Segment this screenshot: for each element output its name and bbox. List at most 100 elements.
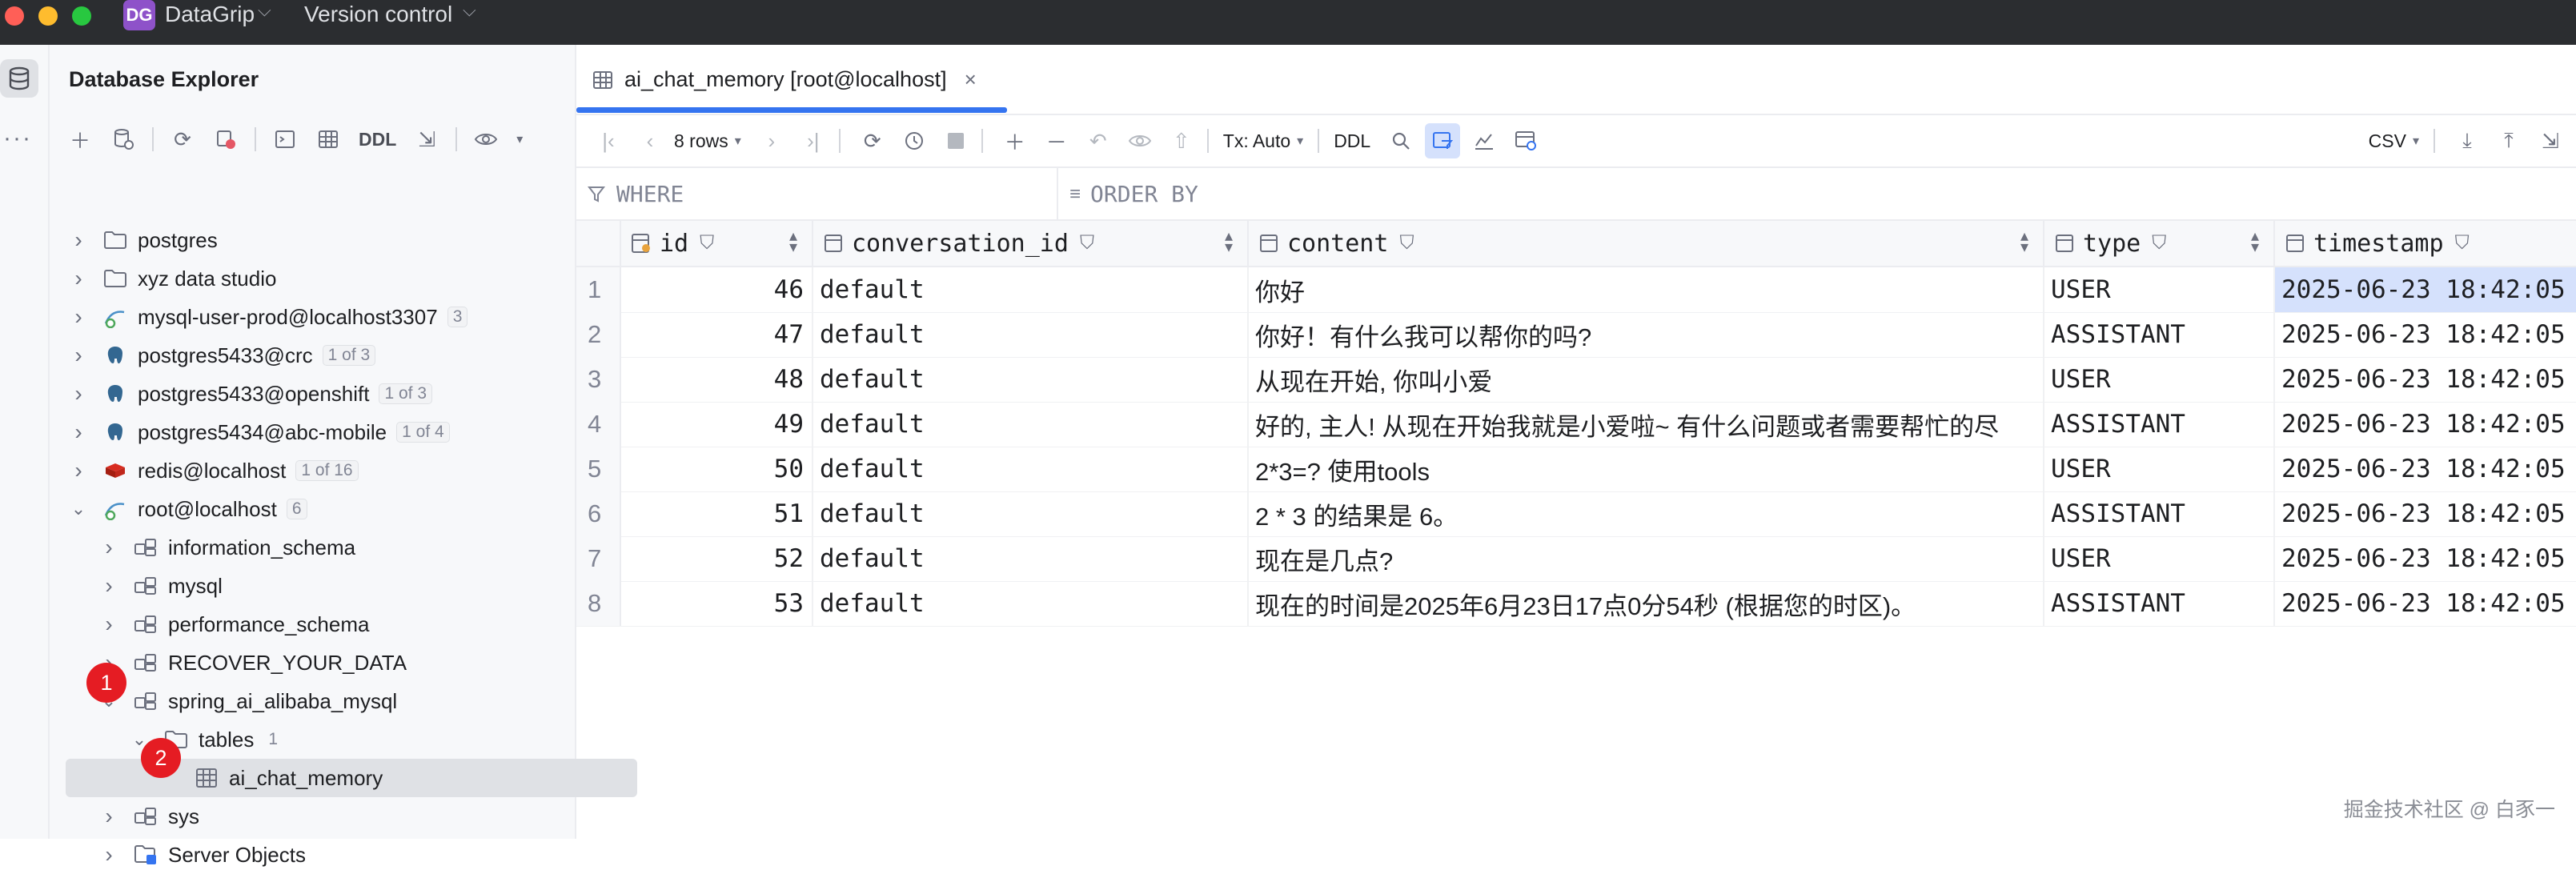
- cell-type[interactable]: USER: [2044, 536, 2275, 581]
- cell-conversation-id[interactable]: default: [813, 447, 1249, 491]
- cell-type[interactable]: USER: [2044, 447, 2275, 491]
- cell-id[interactable]: 53: [621, 581, 813, 626]
- last-page-icon[interactable]: ›|: [796, 123, 831, 158]
- tree-node-spring-ai-alibaba-mysql[interactable]: ⌄spring_ai_alibaba_mysql: [99, 682, 397, 720]
- cell-id[interactable]: 47: [621, 312, 813, 357]
- chevron-right-icon[interactable]: ›: [99, 573, 118, 599]
- cell-id[interactable]: 49: [621, 402, 813, 447]
- view-settings-icon[interactable]: [1508, 123, 1543, 158]
- row-number-cell[interactable]: 2: [576, 312, 621, 357]
- column-header-timestamp[interactable]: timestamp ⛉: [2275, 221, 2576, 266]
- datasource-properties-icon[interactable]: [106, 122, 141, 157]
- filter-toggle-icon[interactable]: [1425, 123, 1461, 158]
- column-header-type[interactable]: type ⛉ ▴ ▾: [2044, 221, 2275, 266]
- rows-selector[interactable]: 8 rows ▾: [668, 130, 748, 152]
- cell-type[interactable]: ASSISTANT: [2044, 402, 2275, 447]
- cell-id[interactable]: 52: [621, 536, 813, 581]
- sort-arrows-icon[interactable]: ▴ ▾: [2020, 228, 2028, 255]
- tree-node-information-schema[interactable]: › information_schema: [99, 528, 355, 567]
- ddl-button[interactable]: DDL: [1327, 130, 1377, 152]
- chevron-right-icon[interactable]: ›: [99, 804, 118, 829]
- where-filter-input[interactable]: WHERE: [588, 181, 684, 207]
- cell-content[interactable]: 现在的时间是2025年6月23日17点0分54秒 (根据您的时区)。: [1249, 581, 2044, 626]
- chevron-right-icon[interactable]: ›: [69, 458, 88, 483]
- sort-arrows-icon[interactable]: ▴ ▾: [789, 228, 797, 255]
- column-filter-icon[interactable]: ⛉: [1399, 232, 1414, 255]
- tab-ai-chat-memory[interactable]: ai_chat_memory [root@localhost] ×: [592, 67, 977, 92]
- history-icon[interactable]: [897, 123, 932, 158]
- column-filter-icon[interactable]: ⛉: [2152, 232, 2166, 255]
- close-icon[interactable]: ×: [965, 67, 977, 92]
- cell-timestamp[interactable]: 2025-06-23 18:42:05: [2275, 312, 2576, 357]
- chevron-right-icon[interactable]: ›: [69, 381, 88, 407]
- cell-timestamp[interactable]: 2025-06-23 18:42:05: [2275, 536, 2576, 581]
- tree-node-postgres[interactable]: › postgres: [69, 221, 217, 259]
- row-number-cell[interactable]: 1: [576, 267, 621, 312]
- next-page-icon[interactable]: ›: [754, 123, 789, 158]
- cell-content[interactable]: 好的, 主人! 从现在开始我就是小爱啦~ 有什么问题或者需要帮忙的尽: [1249, 402, 2044, 447]
- cell-content[interactable]: 现在是几点?: [1249, 536, 2044, 581]
- collapse-icon[interactable]: ⇲: [2533, 123, 2568, 158]
- chevron-right-icon[interactable]: ›: [99, 611, 118, 637]
- cell-content[interactable]: 2*3=? 使用tools: [1249, 447, 2044, 491]
- submit-icon[interactable]: ⇧: [1164, 123, 1199, 158]
- cell-timestamp[interactable]: 2025-06-23 18:42:05: [2275, 402, 2576, 447]
- row-number-cell[interactable]: 3: [576, 357, 621, 402]
- project-badge[interactable]: DG: [123, 0, 155, 30]
- table-row[interactable]: 6 51 default 2 * 3 的结果是 6。 ASSISTANT 2025-06-…: [576, 491, 2576, 537]
- window-close-button[interactable]: [5, 6, 24, 26]
- cell-conversation-id[interactable]: default: [813, 491, 1249, 536]
- column-header-conversation-id[interactable]: conversation_id ⛉ ▴ ▾: [813, 221, 1249, 266]
- chevron-right-icon[interactable]: ›: [69, 343, 88, 368]
- table-row[interactable]: 1 46 default 你好 USER 2025-06-23 18:42:05: [576, 267, 2576, 313]
- tree-node-server-objects[interactable]: › Server Objects: [99, 836, 306, 874]
- preview-changes-icon[interactable]: [1122, 123, 1158, 158]
- cell-id[interactable]: 51: [621, 491, 813, 536]
- cell-conversation-id[interactable]: default: [813, 357, 1249, 402]
- tree-node-xyz-data-studio[interactable]: › xyz data studio: [69, 259, 276, 298]
- column-filter-icon[interactable]: ⛉: [700, 232, 714, 255]
- cell-id[interactable]: 46: [621, 267, 813, 312]
- table-row[interactable]: 3 48 default 从现在开始, 你叫小爱 USER 2025-06-23 18:4…: [576, 357, 2576, 403]
- chart-icon[interactable]: [1467, 123, 1502, 158]
- cell-timestamp[interactable]: 2025-06-23 18:42:05: [2275, 491, 2576, 536]
- tree-node-mysql-user-prod-localhost3307[interactable]: › mysql-user-prod@localhost3307 3: [69, 298, 468, 336]
- chevron-right-icon[interactable]: ›: [69, 266, 88, 291]
- refresh-icon[interactable]: ⟳: [165, 122, 200, 157]
- cell-type[interactable]: USER: [2044, 357, 2275, 402]
- tree-node-postgres5433-openshift[interactable]: › postgres5433@openshift 1 of 3: [69, 375, 433, 413]
- cell-content[interactable]: 从现在开始, 你叫小爱: [1249, 357, 2044, 402]
- more-tools-icon[interactable]: ···: [3, 125, 32, 152]
- tree-node-performance-schema[interactable]: › performance_schema: [99, 605, 369, 643]
- table-row[interactable]: 8 53 default 现在的时间是2025年6月23日17点0分54秒 (根据您的…: [576, 581, 2576, 627]
- chevron-right-icon[interactable]: ›: [69, 304, 88, 330]
- download-icon[interactable]: ⤓: [2450, 123, 2485, 158]
- previous-page-icon[interactable]: ‹: [632, 123, 668, 158]
- sort-arrows-icon[interactable]: ▴ ▾: [2251, 228, 2259, 255]
- row-number-cell[interactable]: 8: [576, 581, 621, 626]
- cell-id[interactable]: 50: [621, 447, 813, 491]
- chevron-down-icon[interactable]: ⌵: [258, 0, 271, 21]
- row-number-cell[interactable]: 7: [576, 536, 621, 581]
- tree-node-redis-localhost[interactable]: › redis@localhost 1 of 16: [69, 451, 359, 490]
- cell-timestamp[interactable]: 2025-06-23 18:42:05: [2275, 357, 2576, 402]
- cell-type[interactable]: ASSISTANT: [2044, 491, 2275, 536]
- chevron-down-icon[interactable]: ⌄: [69, 499, 88, 519]
- column-header-content[interactable]: content ⛉ ▴ ▾: [1249, 221, 2044, 266]
- table-row[interactable]: 5 50 default 2*3=? 使用tools USER 2025-06-23 18…: [576, 447, 2576, 492]
- table-row[interactable]: 4 49 default 好的, 主人! 从现在开始我就是小爱啦~ 有什么问题或者需要…: [576, 402, 2576, 447]
- tree-node-root-localhost[interactable]: ⌄ root@localhost 6: [69, 490, 307, 528]
- jump-icon[interactable]: ⇲: [409, 122, 444, 157]
- version-control-menu[interactable]: Version control: [304, 2, 452, 27]
- column-filter-icon[interactable]: ⛉: [1080, 232, 1094, 255]
- window-zoom-button[interactable]: [72, 6, 91, 26]
- tree-node-postgres5434-abc-mobile[interactable]: › postgres5434@abc-mobile 1 of 4: [69, 413, 450, 451]
- chevron-right-icon[interactable]: ›: [99, 535, 118, 560]
- cell-id[interactable]: 48: [621, 357, 813, 402]
- tree-node-recover-your-data[interactable]: ›RECOVER_YOUR_DATA: [99, 643, 407, 682]
- row-number-cell[interactable]: 4: [576, 402, 621, 447]
- row-number-cell[interactable]: 6: [576, 491, 621, 536]
- cell-timestamp[interactable]: 2025-06-23 18:42:05: [2275, 447, 2576, 491]
- chevron-right-icon[interactable]: ›: [69, 227, 88, 253]
- disconnect-icon[interactable]: [208, 122, 243, 157]
